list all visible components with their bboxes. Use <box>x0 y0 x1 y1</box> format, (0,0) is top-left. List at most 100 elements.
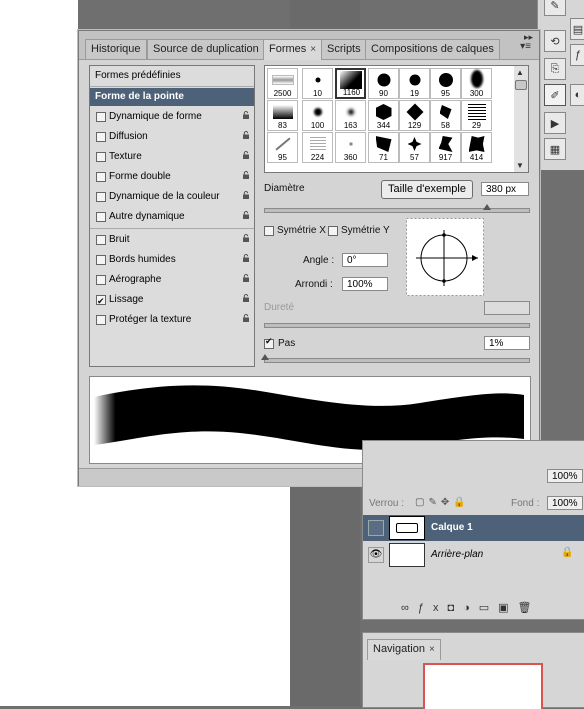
brush-preset[interactable]: 90 <box>368 68 399 99</box>
list-item-forme-double[interactable]: Forme double <box>90 168 254 186</box>
checkbox[interactable] <box>96 172 106 182</box>
checkbox[interactable] <box>96 132 106 142</box>
brush-preset[interactable]: 29 <box>461 100 492 131</box>
list-item-proteger-texture[interactable]: Protéger la texture <box>90 311 254 329</box>
tab-navigation[interactable]: Navigation × <box>367 639 441 660</box>
diametre-input[interactable]: 380 px <box>481 182 529 196</box>
brush-preset[interactable]: 71 <box>368 132 399 163</box>
lock-icon[interactable] <box>242 294 250 302</box>
brush-preset[interactable]: 95 <box>430 68 461 99</box>
tab-historique[interactable]: Historique <box>85 39 147 59</box>
brush-preset[interactable]: 100 <box>302 100 333 131</box>
lock-icon[interactable] <box>242 314 250 322</box>
layer-row-calque-1[interactable]: Calque 1 <box>363 515 584 541</box>
symetrie-x-checkbox[interactable] <box>264 226 274 236</box>
visibility-toggle[interactable] <box>368 520 384 536</box>
pas-input[interactable]: 1% <box>484 336 530 350</box>
lock-icon[interactable] <box>242 211 250 219</box>
list-item-formes-predefinies[interactable]: Formes prédéfinies <box>90 67 254 85</box>
scroll-thumb[interactable] <box>515 80 527 90</box>
list-item-bruit[interactable]: Bruit <box>90 231 254 249</box>
tab-formes[interactable]: Formes × <box>263 39 323 60</box>
actions-play-icon[interactable]: ▶ <box>544 112 566 134</box>
angle-input[interactable]: 0° <box>342 253 388 267</box>
brush-preset[interactable]: 10 <box>302 68 333 99</box>
layers-footer-icons[interactable]: ∞ƒx◘◑▭▣🗑 <box>401 601 541 614</box>
styles-icon[interactable]: ƒ <box>570 44 584 66</box>
checkbox[interactable] <box>96 152 106 162</box>
tab-compositions-calques[interactable]: Compositions de calques <box>365 39 500 59</box>
brush-preset[interactable]: 300 <box>461 68 492 99</box>
brush-preset[interactable]: 95 <box>267 132 298 163</box>
brush-grid-scrollbar[interactable]: ▲ ▼ <box>514 65 529 173</box>
tab-source-duplication[interactable]: Source de duplication <box>147 39 265 59</box>
pas-checkbox[interactable] <box>264 336 274 349</box>
layer-comps-icon[interactable]: ▦ <box>544 138 566 160</box>
list-item-texture[interactable]: Texture <box>90 148 254 166</box>
list-item-dynamique-couleur[interactable]: Dynamique de la couleur <box>90 188 254 206</box>
adjustments-icon[interactable]: ◐ <box>570 84 584 106</box>
brush-preset[interactable]: 57 <box>399 132 430 163</box>
lock-icon[interactable] <box>242 151 250 159</box>
brush-preset[interactable]: 2500 <box>267 68 298 99</box>
brush-preset[interactable]: 19 <box>399 68 430 99</box>
list-item-diffusion[interactable]: Diffusion <box>90 128 254 146</box>
brush-preset[interactable]: 163 <box>335 100 366 131</box>
taille-exemple-button[interactable]: Taille d'exemple <box>381 180 473 199</box>
checkbox[interactable] <box>96 315 106 325</box>
checkbox-checked[interactable] <box>96 292 106 310</box>
layer-name[interactable]: Arrière-plan <box>431 549 483 560</box>
list-item-lissage[interactable]: Lissage <box>90 291 254 310</box>
scroll-down-icon[interactable]: ▼ <box>516 161 524 170</box>
brush-preset[interactable]: 344 <box>368 100 399 131</box>
history-icon[interactable]: ⟲ <box>544 30 566 52</box>
lock-icon[interactable] <box>242 111 250 119</box>
panel-menu-icon[interactable]: ▾≡ <box>520 41 531 52</box>
close-tab-icon[interactable]: × <box>310 44 316 55</box>
tab-scripts[interactable]: Scripts <box>321 39 367 59</box>
lock-icon[interactable] <box>242 274 250 282</box>
symetrie-y-checkbox[interactable] <box>328 226 338 236</box>
list-item-bords-humides[interactable]: Bords humides <box>90 251 254 269</box>
brushes-panel-icon[interactable]: ✐ <box>544 84 566 106</box>
brush-angle-widget[interactable] <box>406 218 484 296</box>
arrondi-input[interactable]: 100% <box>342 277 388 291</box>
brush-preset[interactable]: 224 <box>302 132 333 163</box>
checkbox[interactable] <box>96 112 106 122</box>
brush-preset[interactable]: 414 <box>461 132 492 163</box>
scroll-up-icon[interactable]: ▲ <box>516 68 524 77</box>
lock-icon[interactable] <box>242 131 250 139</box>
list-item-forme-pointe[interactable]: Forme de la pointe <box>90 88 254 106</box>
pas-slider[interactable] <box>264 358 530 363</box>
brush-tool-icon[interactable]: ✎ <box>544 0 566 16</box>
brush-preset[interactable]: 129 <box>399 100 430 131</box>
checkbox[interactable] <box>96 255 106 265</box>
diametre-slider-thumb[interactable] <box>483 204 491 210</box>
list-item-dynamique-forme[interactable]: Dynamique de forme <box>90 108 254 126</box>
layer-thumbnail[interactable] <box>389 516 425 540</box>
layer-row-arriere-plan[interactable]: 👁 Arrière-plan 🔒 <box>363 542 584 568</box>
clone-source-icon[interactable]: ⎘ <box>544 58 566 80</box>
close-tab-icon[interactable]: × <box>429 644 435 655</box>
eye-icon[interactable]: 👁 <box>368 547 384 563</box>
brush-preset[interactable]: 360 <box>335 132 366 163</box>
brush-preset[interactable]: 58 <box>430 100 461 131</box>
pas-slider-thumb[interactable] <box>261 354 269 360</box>
symetrie-y-option[interactable]: Symétrie Y <box>328 225 398 237</box>
checkbox[interactable] <box>96 275 106 285</box>
navigator-view-box[interactable] <box>423 663 543 709</box>
lock-icon[interactable] <box>242 171 250 179</box>
brush-preset[interactable]: 917 <box>430 132 461 163</box>
checkbox[interactable] <box>96 235 106 245</box>
layer-name[interactable]: Calque 1 <box>431 522 473 533</box>
lock-options-icons[interactable]: ▢✎✥🔒 <box>415 497 470 508</box>
lock-icon[interactable] <box>242 191 250 199</box>
lock-icon[interactable] <box>242 234 250 242</box>
lock-icon[interactable] <box>242 254 250 262</box>
layer-thumbnail[interactable] <box>389 543 425 567</box>
checkbox[interactable] <box>96 212 106 222</box>
checkbox[interactable] <box>96 192 106 202</box>
color-swatch-icon[interactable]: ▤ <box>570 18 584 40</box>
list-item-aerographe[interactable]: Aérographe <box>90 271 254 289</box>
opacity-input[interactable]: 100% <box>547 469 583 483</box>
